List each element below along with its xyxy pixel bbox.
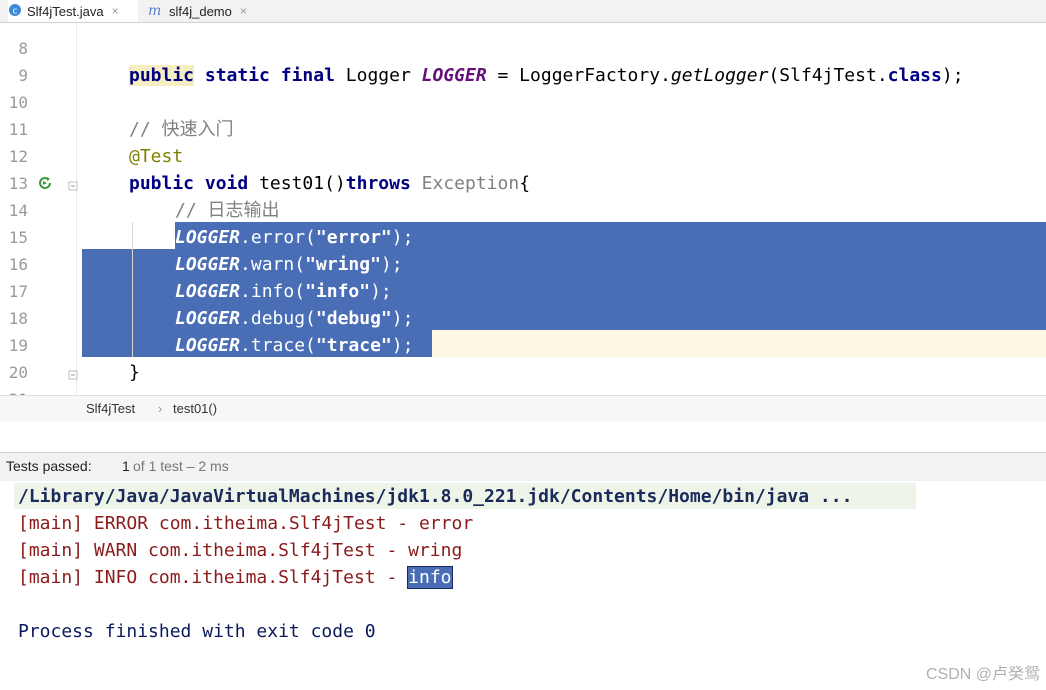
code-line: 21 [0,386,1046,395]
code-line: 15 LOGGER.error("error"); [0,224,1046,251]
selected-text: info [407,566,453,589]
code-text: LOGGER.info("info"); [175,281,392,302]
line-number: 10 [8,93,28,112]
test-status-bar: Tests passed: 1 of 1 test – 2 ms [0,452,1046,482]
line-number: 21 [0,386,28,395]
status-detail: of 1 test – 2 ms [133,458,229,474]
code-line: 20 } [0,359,1046,386]
code-comment: // 快速入门 [129,119,234,140]
line-number: 11 [8,120,28,139]
panel-gap [0,422,1046,452]
code-line: 8 [0,35,1046,62]
console-exit-message: Process finished with exit code 0 [18,621,376,642]
line-number: 19 [8,336,28,355]
code-line: 16 LOGGER.warn("wring"); [0,251,1046,278]
code-line: 11 // 快速入门 [0,116,1046,143]
status-label: Tests passed: [6,458,92,474]
code-line: 10 [0,89,1046,116]
line-number: 12 [8,147,28,166]
run-console[interactable]: /Library/Java/JavaVirtualMachines/jdk1.8… [0,481,1046,690]
tab-label: Slf4jTest.java [27,3,104,19]
code-text: LOGGER.trace("trace"); [175,335,414,356]
line-number: 16 [8,255,28,274]
tab-slf4jtest-java[interactable]: c Slf4jTest.java × [8,0,138,22]
code-line: 13 public void test01()throws Exception{ [0,170,1046,197]
code-line: 12 @Test [0,143,1046,170]
close-icon[interactable]: × [112,4,119,18]
console-log-error: [main] ERROR com.itheima.Slf4jTest - err… [18,513,474,534]
fold-icon[interactable] [68,367,78,385]
line-number: 8 [18,39,28,58]
code-text: LOGGER.warn("wring"); [175,254,403,275]
code-text: public static final Logger LOGGER = Logg… [129,65,964,86]
code-text: LOGGER.debug("debug"); [175,308,414,329]
editor-tab-bar: c Slf4jTest.java × m slf4j_demo × [0,0,1046,23]
code-text: LOGGER.error("error"); [175,227,414,248]
close-icon[interactable]: × [240,4,247,18]
breadcrumb-class[interactable]: Slf4jTest [86,401,135,416]
indent-guide [132,222,133,357]
line-number: 18 [8,309,28,328]
code-line: 17 LOGGER.info("info"); [0,278,1046,305]
line-number: 20 [8,363,28,382]
line-number: 17 [8,282,28,301]
code-text: public void test01()throws Exception{ [129,173,531,194]
code-line: 9 public static final Logger LOGGER = Lo… [0,62,1046,89]
breadcrumb-method[interactable]: test01() [173,401,217,416]
code-editor[interactable]: 8 9 public static final Logger LOGGER = … [0,23,1046,395]
console-log-warn: [main] WARN com.itheima.Slf4jTest - wrin… [18,540,463,561]
console-command: /Library/Java/JavaVirtualMachines/jdk1.8… [18,486,853,507]
console-log-info: [main] INFO com.itheima.Slf4jTest - info [18,566,453,589]
status-count: 1 [122,458,130,474]
code-line: 14 // 日志输出 [0,197,1046,224]
line-number: 13 [8,174,28,193]
line-number: 15 [8,228,28,247]
code-comment: // 日志输出 [175,200,280,221]
run-test-icon[interactable] [36,174,54,197]
code-text: } [129,362,140,383]
breadcrumb: Slf4jTest › test01() [0,395,1046,423]
breadcrumb-separator: › [158,401,163,416]
svg-text:m: m [148,3,161,17]
java-class-icon: c [8,3,22,20]
code-annotation: @Test [129,146,184,167]
code-line: 19 LOGGER.trace("trace"); [0,332,1046,359]
watermark: CSDN @卢癸鸳 [925,666,1040,683]
tab-label: slf4j_demo [169,3,232,19]
svg-text:c: c [13,6,18,16]
line-number: 9 [18,66,28,85]
maven-icon: m [148,3,164,20]
line-number: 14 [8,201,28,220]
fold-icon[interactable] [68,178,78,196]
tab-slf4j-demo[interactable]: m slf4j_demo × [148,0,266,22]
code-line: 18 LOGGER.debug("debug"); [0,305,1046,332]
